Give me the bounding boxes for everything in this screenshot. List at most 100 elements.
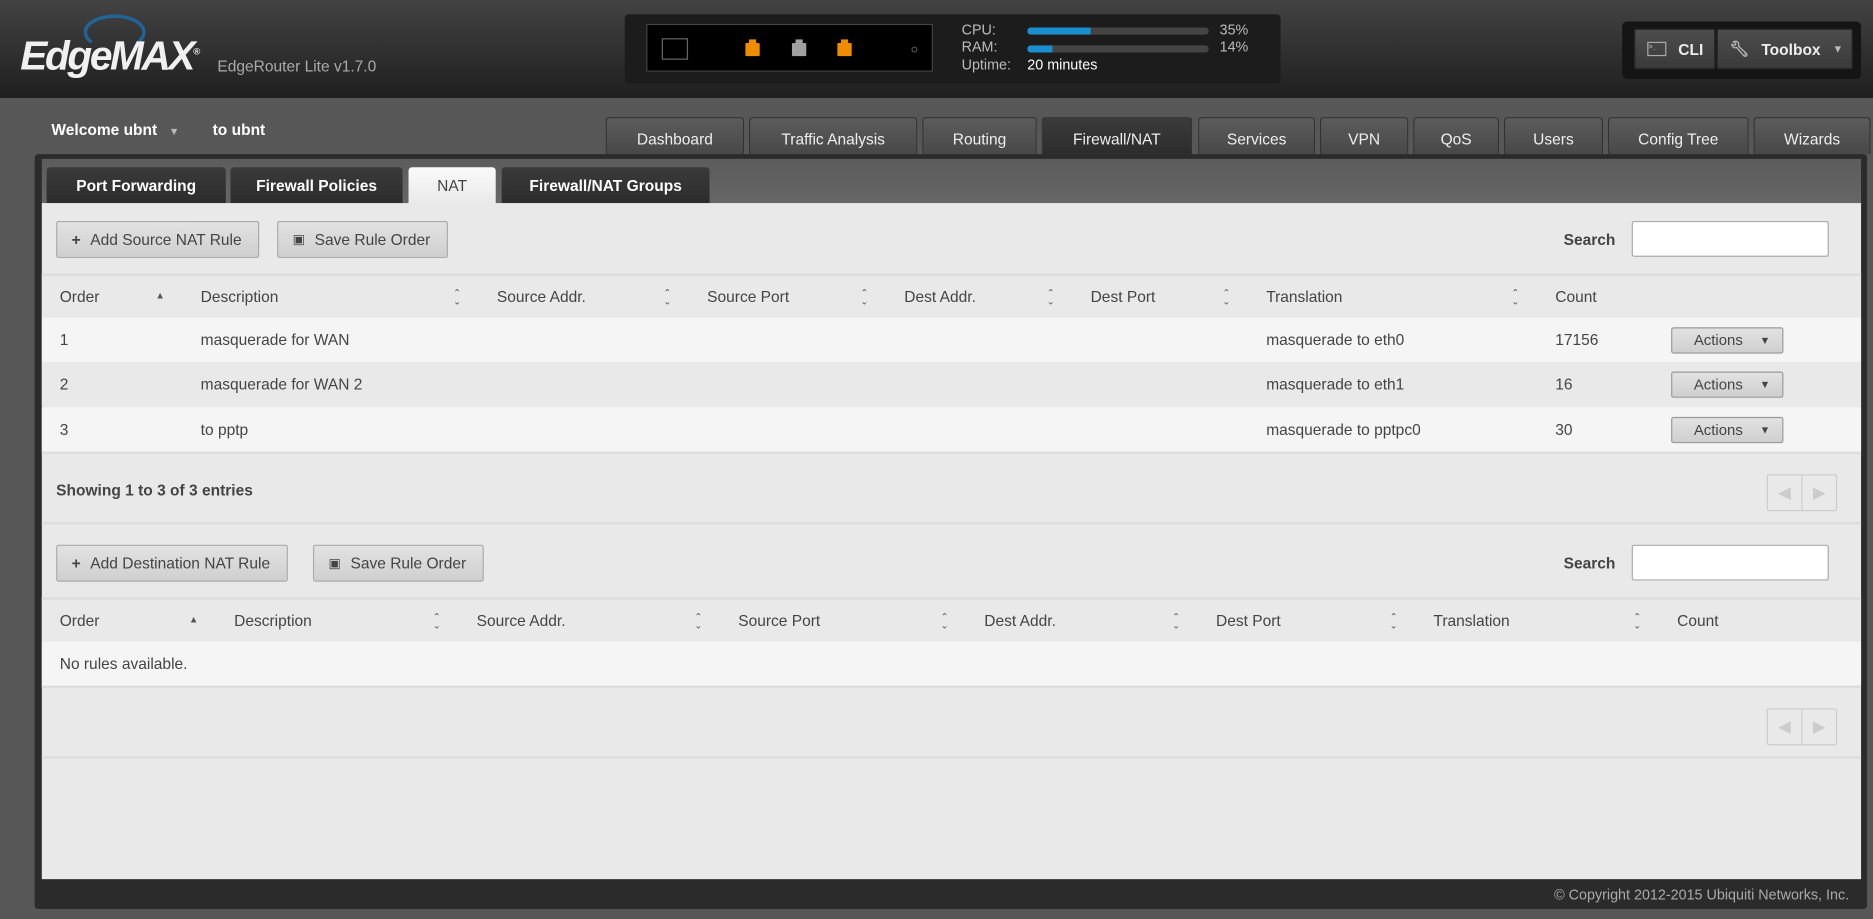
source-table-footer: Showing 1 to 3 of 3 entries ◀ ▶ <box>41 451 1862 525</box>
sort-icon: ⌃ ⌄ <box>1172 611 1181 631</box>
search-label: Search <box>1563 230 1616 249</box>
sort-icon: ⌃ ⌄ <box>694 611 703 631</box>
sort-icon: ⌃ ⌄ <box>1389 611 1398 631</box>
tab-firewall-nat[interactable]: Firewall/NAT <box>1041 117 1193 155</box>
row-count: 16 <box>1555 375 1573 393</box>
col-order[interactable]: Order ▲ <box>42 276 201 318</box>
next-page-icon[interactable]: ▶ <box>1801 475 1836 511</box>
plus-icon: + <box>71 554 81 573</box>
dest-search-input[interactable] <box>1631 544 1829 581</box>
actions-button[interactable]: Actions ▼ <box>1671 326 1784 353</box>
tab-users[interactable]: Users <box>1503 117 1604 155</box>
dest-table-footer: ◀ ▶ <box>41 685 1862 759</box>
actions-button[interactable]: Actions ▼ <box>1671 370 1784 398</box>
ram-bar <box>1027 45 1209 53</box>
tab-wizards[interactable]: Wizards <box>1753 117 1871 155</box>
save-rule-order-button[interactable]: ▣ Save Rule Order <box>277 220 449 259</box>
table-row[interactable]: 3 to pptp masquerade to pptpc0 30 Action… <box>41 407 1862 452</box>
col-source-addr[interactable]: Source Addr. ⌃ ⌄ <box>497 276 707 318</box>
col-dest-port[interactable]: Dest Port ⌃ ⌄ <box>1216 600 1433 642</box>
next-page-icon[interactable]: ▶ <box>1801 709 1836 745</box>
subtab-firewall-policies[interactable]: Firewall Policies <box>230 167 403 205</box>
prev-page-icon[interactable]: ◀ <box>1768 710 1801 745</box>
row-translation: masquerade to eth1 <box>1266 375 1405 393</box>
col-dest-port[interactable]: Dest Port ⌃ ⌄ <box>1091 276 1267 318</box>
row-count: 17156 <box>1555 330 1599 349</box>
cpu-percent: 35% <box>1219 21 1249 39</box>
port-eth0-icon[interactable] <box>745 39 760 57</box>
chevron-down-icon: ▼ <box>1759 333 1771 346</box>
tab-traffic-analysis[interactable]: Traffic Analysis <box>748 117 918 155</box>
add-source-nat-rule-button[interactable]: + Add Source NAT Rule <box>56 220 260 259</box>
save-rule-order-button[interactable]: ▣ Save Rule Order <box>312 544 485 582</box>
col-source-port[interactable]: Source Port ⌃ ⌄ <box>738 600 984 642</box>
row-description: masquerade for WAN 2 <box>200 375 363 393</box>
col-source-port[interactable]: Source Port ⌃ ⌄ <box>707 276 904 318</box>
edgemax-logo[interactable]: EdgeMAX® <box>20 33 200 80</box>
col-dest-addr[interactable]: Dest Addr. ⌃ ⌄ <box>984 600 1216 642</box>
terminal-icon: >_ <box>1647 41 1667 57</box>
table-row[interactable]: 1 masquerade for WAN masquerade to eth0 … <box>41 317 1862 362</box>
chevron-down-icon: ▼ <box>1832 43 1844 55</box>
sort-asc-icon: ▲ <box>188 613 199 625</box>
source-table-header: Order ▲ Description ⌃ ⌄ Source Addr. ⌃ ⌄ Sour… <box>41 273 1862 318</box>
sort-icon: ⌃ ⌄ <box>453 287 462 307</box>
sort-icon: ⌃ ⌄ <box>1633 611 1642 631</box>
table-row[interactable]: 2 masquerade for WAN 2 masquerade to eth… <box>41 361 1862 407</box>
col-dest-addr[interactable]: Dest Addr. ⌃ ⌄ <box>904 276 1090 318</box>
col-order[interactable]: Order ▲ <box>42 600 234 642</box>
tab-services[interactable]: Services <box>1198 117 1316 155</box>
row-count: 30 <box>1555 420 1573 439</box>
cli-button[interactable]: >_ CLI <box>1634 28 1716 70</box>
row-order: 1 <box>59 330 69 349</box>
console-port-icon <box>661 38 689 60</box>
toolbox-button[interactable]: 🔧︎ Toolbox ▼ <box>1716 28 1853 70</box>
router-name: to ubnt <box>212 120 266 139</box>
source-search-input[interactable] <box>1631 220 1829 257</box>
save-icon: ▣ <box>292 232 306 248</box>
ram-label: RAM: <box>961 38 998 55</box>
system-stats-panel: CPU: 35% RAM: 14% Uptime: 20 minutes <box>624 14 1281 84</box>
plus-icon: + <box>71 230 81 249</box>
sort-icon: ⌃ ⌄ <box>860 287 869 307</box>
tab-dashboard[interactable]: Dashboard <box>605 117 745 155</box>
sort-icon: ⌃ ⌄ <box>1222 287 1231 307</box>
row-description: masquerade for WAN <box>200 330 350 349</box>
col-description[interactable]: Description ⌃ ⌄ <box>234 600 476 642</box>
port-status-panel <box>646 23 933 72</box>
toolbar: >_ CLI 🔧︎ Toolbox ▼ <box>1622 21 1862 79</box>
actions-button[interactable]: Actions ▼ <box>1671 416 1784 443</box>
tab-routing[interactable]: Routing <box>922 117 1037 155</box>
prev-page-icon[interactable]: ◀ <box>1768 475 1801 510</box>
col-translation[interactable]: Translation ⌃ ⌄ <box>1266 276 1555 318</box>
uptime-value: 20 minutes <box>1027 56 1098 73</box>
tab-vpn[interactable]: VPN <box>1319 117 1409 155</box>
sort-icon: ⌃ ⌄ <box>1511 287 1520 307</box>
tab-config-tree[interactable]: Config Tree <box>1607 117 1749 155</box>
led-icon <box>911 46 918 53</box>
add-destination-nat-rule-button[interactable]: + Add Destination NAT Rule <box>56 544 289 582</box>
subtab-bar: Port Forwarding Firewall Policies NAT Fi… <box>41 158 1862 205</box>
sort-icon: ⌃ ⌄ <box>940 611 949 631</box>
col-source-addr[interactable]: Source Addr. ⌃ ⌄ <box>477 600 739 642</box>
subtab-firewall-nat-groups[interactable]: Firewall/NAT Groups <box>501 167 710 205</box>
top-header: EdgeMAX® EdgeRouter Lite v1.7.0 CPU: 35%… <box>0 0 1873 98</box>
copyright: © Copyright 2012-2015 Ubiquiti Networks,… <box>1554 886 1850 904</box>
empty-row: No rules available. <box>41 641 1862 686</box>
cpu-label: CPU: <box>961 21 996 39</box>
subtab-nat[interactable]: NAT <box>408 167 496 205</box>
col-translation[interactable]: Translation ⌃ ⌄ <box>1433 600 1677 642</box>
user-menu[interactable]: Welcome ubnt ▼ <box>51 121 179 139</box>
row-translation: masquerade to pptpc0 <box>1266 420 1421 439</box>
col-description[interactable]: Description ⌃ ⌄ <box>201 276 497 318</box>
row-translation: masquerade to eth0 <box>1266 330 1405 349</box>
nat-content: + Add Source NAT Rule ▣ Save Rule Order Se… <box>41 203 1862 880</box>
pagination: ◀ ▶ <box>1766 708 1838 746</box>
sort-asc-icon: ▲ <box>155 290 165 302</box>
tab-qos[interactable]: QoS <box>1413 117 1500 155</box>
sort-icon: ⌃ ⌄ <box>1046 287 1055 307</box>
subtab-port-forwarding[interactable]: Port Forwarding <box>46 167 226 205</box>
port-eth2-icon[interactable] <box>837 39 852 57</box>
port-eth1-icon[interactable] <box>791 39 807 57</box>
no-rules-text: No rules available. <box>59 654 188 673</box>
